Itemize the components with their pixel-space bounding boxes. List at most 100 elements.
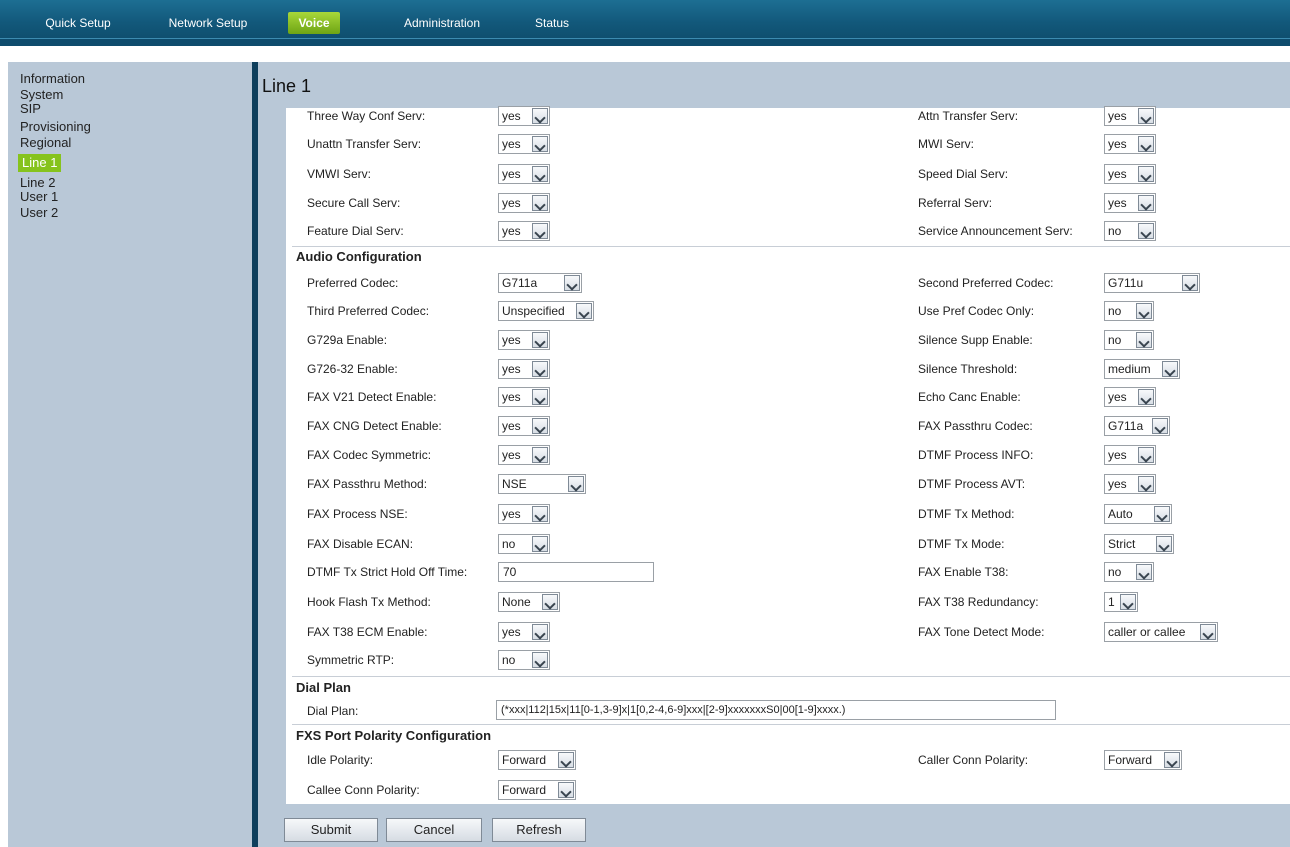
select-value: yes [502,167,521,181]
use-pref-codec-only-select[interactable]: no [1104,301,1154,321]
three-way-conf-serv-select[interactable]: yes [498,106,550,126]
dtmf-process-avt-select[interactable]: yes [1104,474,1156,494]
preferred-codec-select[interactable]: G711a [498,273,582,293]
fax-enable-t38-select[interactable]: no [1104,562,1154,582]
chevron-down-icon [542,594,558,610]
fax-tone-detect-mode-select[interactable]: caller or callee [1104,622,1218,642]
dtmf-tx-mode-select[interactable]: Strict [1104,534,1174,554]
select-value: G711a [1108,419,1144,433]
caller-conn-polarity-select[interactable]: Forward [1104,750,1182,770]
unattn-transfer-serv-select[interactable]: yes [498,134,550,154]
g726-32-enable-select[interactable]: yes [498,359,550,379]
sidebar-item-line-2[interactable]: Line 2 [20,176,55,190]
field-label: DTMF Process AVT: [918,477,1026,491]
sidebar-item-line-1[interactable]: Line 1 [18,154,62,172]
submit-button[interactable]: Submit [284,818,378,842]
field-label: Silence Supp Enable: [918,333,1033,347]
fax-t38-ecm-enable-select[interactable]: yes [498,622,550,642]
hook-flash-tx-method-select[interactable]: None [498,592,560,612]
field-label: MWI Serv: [918,137,974,151]
select-value: Strict [1108,537,1136,551]
chevron-down-icon [1136,303,1152,319]
select-value: yes [1108,477,1127,491]
field-label: Three Way Conf Serv: [307,109,426,123]
select-value: yes [502,333,521,347]
fax-cng-detect-enable-select[interactable]: yes [498,416,550,436]
secure-call-serv-select[interactable]: yes [498,193,550,213]
idle-polarity-select[interactable]: Forward [498,750,576,770]
mwi-serv-select[interactable]: yes [1104,134,1156,154]
referral-serv-select[interactable]: yes [1104,193,1156,213]
field-label: Preferred Codec: [307,276,399,290]
field-label: G729a Enable: [307,333,388,347]
echo-canc-enable-select[interactable]: yes [1104,387,1156,407]
sidebar-item-user-2[interactable]: User 2 [20,206,58,220]
fax-v21-detect-enable-select[interactable]: yes [498,387,550,407]
third-preferred-codec-select[interactable]: Unspecified [498,301,594,321]
dtmf-tx-method-select[interactable]: Auto [1104,504,1172,524]
speed-dial-serv-select[interactable]: yes [1104,164,1156,184]
fax-process-nse-select[interactable]: yes [498,504,550,524]
tab-status[interactable]: Status [520,12,584,34]
chevron-down-icon [568,476,584,492]
chevron-down-icon [558,752,574,768]
chevron-down-icon [532,136,548,152]
sidebar-item-information[interactable]: Information [20,72,85,86]
dtmf-tx-strict-hold-off-time-input[interactable]: 70 [498,562,654,582]
chevron-down-icon [1156,536,1172,552]
sidebar-item-provisioning[interactable]: Provisioning [20,120,91,134]
dtmf-process-info-select[interactable]: yes [1104,445,1156,465]
section-title-dial-plan: Dial Plan [296,680,351,695]
chevron-down-icon [1138,136,1154,152]
select-value: no [502,537,516,551]
sidebar-item-regional[interactable]: Regional [20,136,71,150]
chevron-down-icon [1136,564,1152,580]
chevron-down-icon [532,652,548,668]
chevron-down-icon [1138,195,1154,211]
field-label: Secure Call Serv: [307,196,401,210]
select-value: yes [1108,390,1127,404]
field-label: Second Preferred Codec: [918,276,1054,290]
symmetric-rtp-select[interactable]: no [498,650,550,670]
g729a-enable-select[interactable]: yes [498,330,550,350]
chevron-down-icon [564,275,580,291]
chevron-down-icon [532,389,548,405]
chevron-down-icon [532,223,548,239]
fax-disable-ecan-select[interactable]: no [498,534,550,554]
fax-passthru-codec-select[interactable]: G711a [1104,416,1170,436]
dial-plan-input[interactable]: (*xxx|112|15x|11[0-1,3-9]x|1[0,2-4,6-9]x… [496,700,1056,720]
vmwi-serv-select[interactable]: yes [498,164,550,184]
select-value: yes [1108,448,1127,462]
chevron-down-icon [532,166,548,182]
chevron-down-icon [1152,418,1168,434]
tab-network-setup[interactable]: Network Setup [152,12,264,34]
tab-administration[interactable]: Administration [384,12,500,34]
cancel-button[interactable]: Cancel [386,818,482,842]
field-label: FAX Passthru Codec: [918,419,1033,433]
sidebar-item-system[interactable]: System [20,88,63,102]
attn-transfer-serv-select[interactable]: yes [1104,106,1156,126]
callee-conn-polarity-select[interactable]: Forward [498,780,576,800]
feature-dial-serv-select[interactable]: yes [498,221,550,241]
field-label: Silence Threshold: [918,362,1018,376]
fax-passthru-method-select[interactable]: NSE [498,474,586,494]
tab-voice[interactable]: Voice [288,12,340,34]
field-label: FAX T38 ECM Enable: [307,625,428,639]
field-label: Third Preferred Codec: [307,304,430,318]
chevron-down-icon [1182,275,1198,291]
second-preferred-codec-select[interactable]: G711u [1104,273,1200,293]
silence-supp-enable-select[interactable]: no [1104,330,1154,350]
field-label: Caller Conn Polarity: [918,753,1029,767]
sidebar-item-user-1[interactable]: User 1 [20,190,58,204]
chevron-down-icon [532,418,548,434]
section-divider [292,724,1290,725]
refresh-button[interactable]: Refresh [492,818,586,842]
select-value: no [1108,565,1122,579]
fax-t38-redundancy-select[interactable]: 1 [1104,592,1138,612]
sidebar-item-sip[interactable]: SIP [20,102,41,116]
tab-quick-setup[interactable]: Quick Setup [28,12,128,34]
service-announcement-serv-select[interactable]: no [1104,221,1156,241]
fax-codec-symmetric-select[interactable]: yes [498,445,550,465]
silence-threshold-select[interactable]: medium [1104,359,1180,379]
chevron-down-icon [532,506,548,522]
